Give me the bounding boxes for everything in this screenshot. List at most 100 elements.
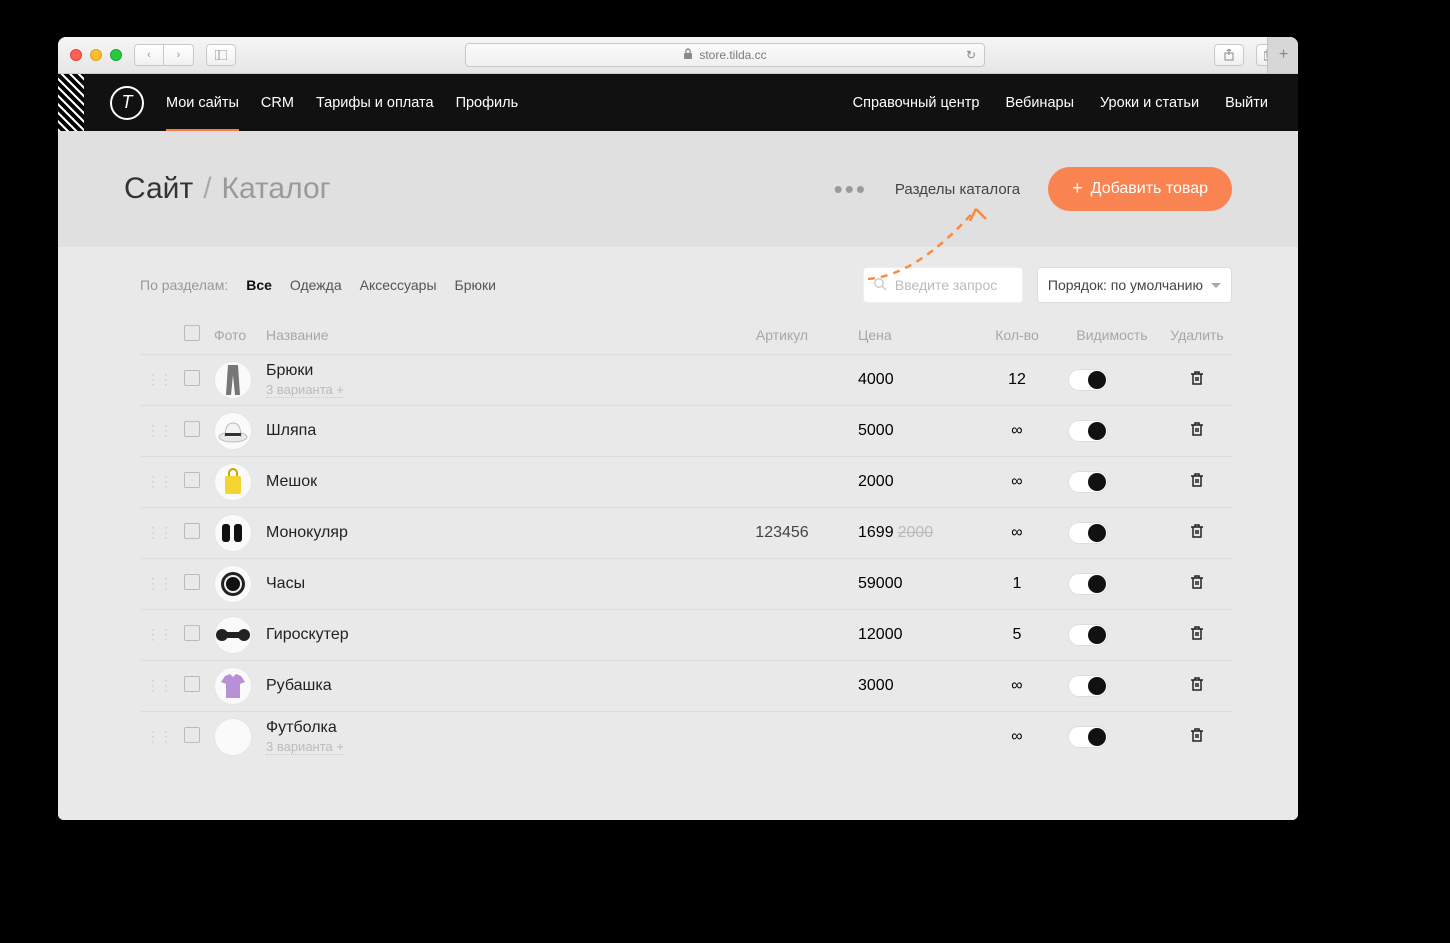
search-placeholder: Введите запрос [895,277,997,293]
back-button[interactable]: ‹ [134,44,164,66]
nav-articles[interactable]: Уроки и статьи [1100,95,1199,111]
nav-profile[interactable]: Профиль [456,95,519,111]
product-variants[interactable]: 3 варианта + [266,739,344,755]
drag-handle-icon[interactable]: ⋮⋮ [146,626,172,642]
app-root: T Мои сайты CRM Тарифы и оплата Профиль … [58,74,1298,820]
address-bar[interactable]: store.tilda.cc ↻ [465,43,985,67]
product-sku [712,355,852,406]
address-bar-host: store.tilda.cc [699,48,766,62]
drag-handle-icon[interactable]: ⋮⋮ [146,473,172,489]
reload-icon[interactable]: ↻ [966,48,976,62]
close-window-icon[interactable] [70,49,82,61]
maximize-window-icon[interactable] [110,49,122,61]
row-checkbox[interactable] [184,421,200,437]
drag-handle-icon[interactable]: ⋮⋮ [146,524,172,540]
row-checkbox[interactable] [184,625,200,641]
row-checkbox[interactable] [184,676,200,692]
drag-handle-icon[interactable]: ⋮⋮ [146,677,172,693]
col-qty: Кол-во [972,315,1062,355]
breadcrumb-root[interactable]: Сайт [124,172,193,206]
product-thumb[interactable] [214,616,252,654]
product-name[interactable]: Часы [266,575,706,593]
visibility-toggle[interactable] [1068,471,1108,493]
product-name[interactable]: Монокуляр [266,524,706,542]
filter-label: По разделам: [140,277,228,293]
product-qty: ∞ [972,457,1062,508]
nav-logout[interactable]: Выйти [1225,95,1268,111]
nav-webinars[interactable]: Вебинары [1005,95,1074,111]
add-product-label: Добавить товар [1091,180,1208,198]
product-thumb[interactable] [214,667,252,705]
nav-crm[interactable]: CRM [261,95,294,111]
sidebar-toggle-icon[interactable] [206,44,236,66]
sort-select[interactable]: Порядок: по умолчанию [1037,267,1232,303]
drag-handle-icon[interactable]: ⋮⋮ [146,575,172,591]
logo-icon[interactable]: T [110,86,144,120]
new-tab-button[interactable]: + [1267,37,1298,73]
product-price: 5000 [852,406,972,457]
row-checkbox[interactable] [184,574,200,590]
product-price: 2000 [852,457,972,508]
row-checkbox[interactable] [184,727,200,743]
visibility-toggle[interactable] [1068,624,1108,646]
breadcrumb: Сайт / Каталог [124,172,331,206]
row-checkbox[interactable] [184,370,200,386]
product-sku [712,406,852,457]
visibility-toggle[interactable] [1068,420,1108,442]
catalog-sections-link[interactable]: Разделы каталога [895,181,1020,198]
row-checkbox[interactable] [184,472,200,488]
drag-handle-icon[interactable]: ⋮⋮ [146,371,172,387]
delete-icon[interactable] [1189,679,1205,696]
select-all-checkbox[interactable] [184,325,200,341]
delete-icon[interactable] [1189,373,1205,390]
product-qty: 5 [972,610,1062,661]
filter-chip-accessories[interactable]: Аксессуары [360,277,437,293]
product-name[interactable]: Шляпа [266,422,706,440]
delete-icon[interactable] [1189,730,1205,747]
product-thumb[interactable] [214,463,252,501]
product-name[interactable]: Рубашка [266,677,706,695]
filter-chip-pants[interactable]: Брюки [455,277,496,293]
visibility-toggle[interactable] [1068,522,1108,544]
product-thumb[interactable] [214,514,252,552]
drag-handle-icon[interactable]: ⋮⋮ [146,422,172,438]
forward-button[interactable]: › [164,44,194,66]
product-thumb[interactable] [214,361,252,399]
delete-icon[interactable] [1189,475,1205,492]
product-name[interactable]: Гироскутер [266,626,706,644]
filter-chip-all[interactable]: Все [246,277,272,293]
delete-icon[interactable] [1189,577,1205,594]
product-variants[interactable]: 3 варианта + [266,382,344,398]
search-input[interactable]: Введите запрос [863,267,1023,303]
drag-handle-icon[interactable]: ⋮⋮ [146,728,172,744]
table-row: ⋮⋮Шляпа5000∞ [140,406,1232,457]
product-sku [712,661,852,712]
minimize-window-icon[interactable] [90,49,102,61]
products-table: Фото Название Артикул Цена Кол-во Видимо… [140,315,1232,762]
delete-icon[interactable] [1189,628,1205,645]
row-checkbox[interactable] [184,523,200,539]
delete-icon[interactable] [1189,526,1205,543]
product-price: 12000 [852,610,972,661]
share-icon[interactable] [1214,44,1244,66]
add-product-button[interactable]: + Добавить товар [1048,167,1232,211]
visibility-toggle[interactable] [1068,573,1108,595]
nav-help-center[interactable]: Справочный центр [853,95,980,111]
visibility-toggle[interactable] [1068,369,1108,391]
product-thumb[interactable] [214,565,252,603]
product-name[interactable]: Мешок [266,473,706,491]
filter-row: По разделам: Все Одежда Аксессуары Брюки… [58,247,1298,315]
table-row: ⋮⋮Футболка3 варианта +∞ [140,712,1232,763]
filter-chip-clothes[interactable]: Одежда [290,277,342,293]
product-price: 3000 [852,661,972,712]
product-name[interactable]: Брюки [266,362,706,380]
nav-my-sites[interactable]: Мои сайты [166,95,239,132]
visibility-toggle[interactable] [1068,675,1108,697]
product-thumb[interactable] [214,412,252,450]
nav-tariffs[interactable]: Тарифы и оплата [316,95,434,111]
product-thumb[interactable] [214,718,252,756]
product-name[interactable]: Футболка [266,719,706,737]
browser-titlebar: ‹ › store.tilda.cc ↻ + [58,37,1298,74]
delete-icon[interactable] [1189,424,1205,441]
visibility-toggle[interactable] [1068,726,1108,748]
